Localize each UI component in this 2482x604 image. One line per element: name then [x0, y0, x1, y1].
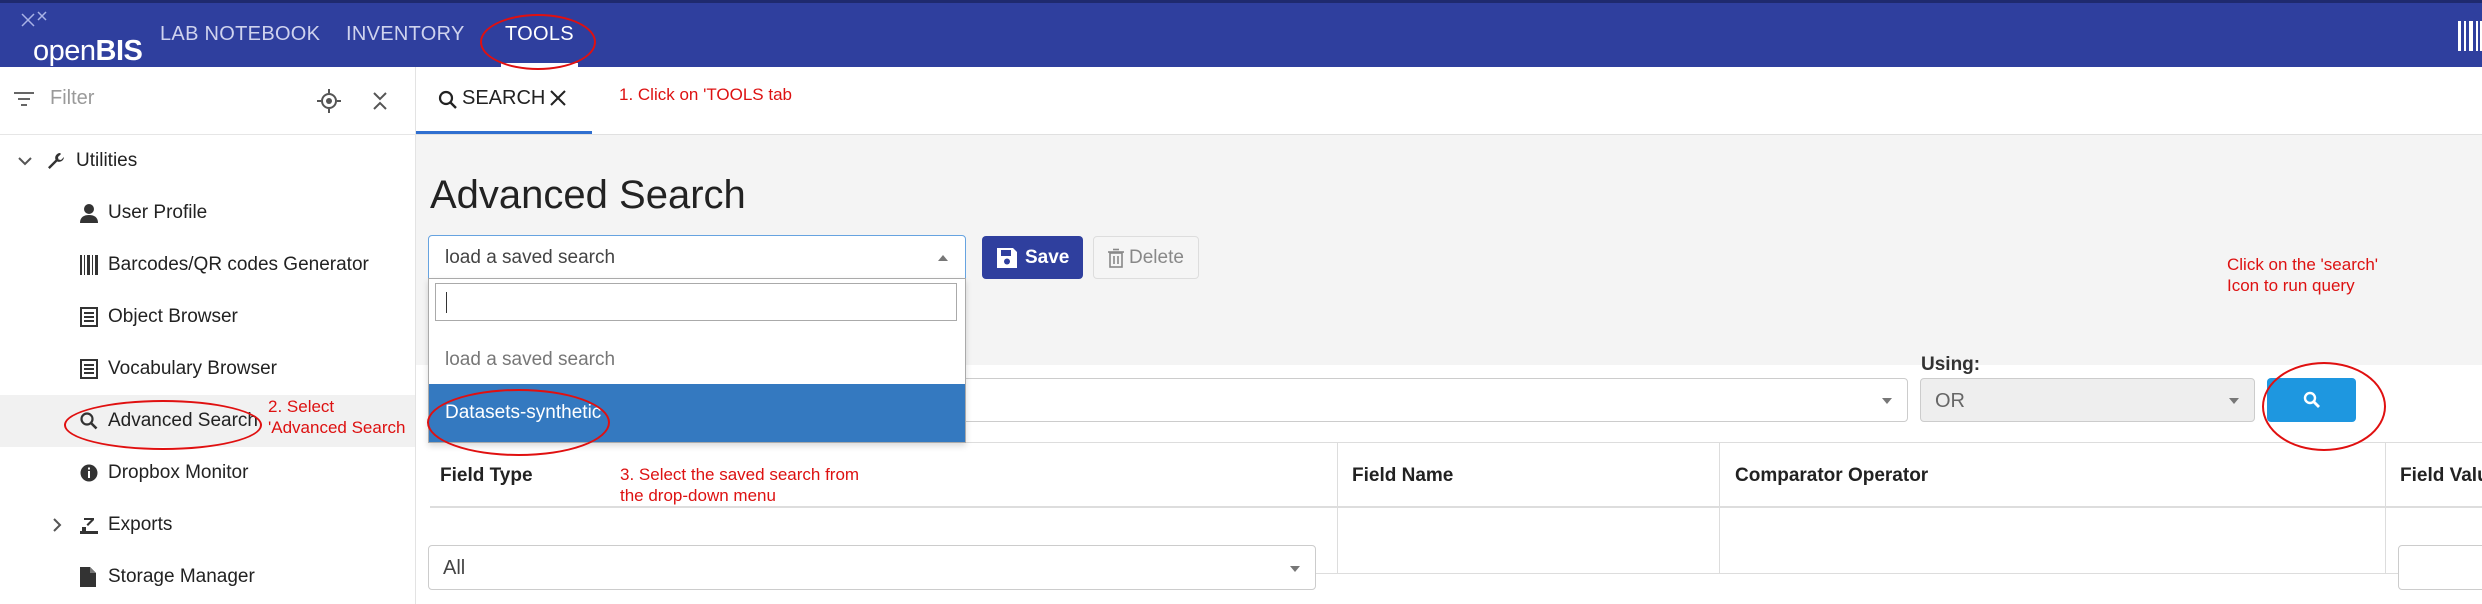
barcode-icon[interactable]	[2456, 21, 2482, 51]
search-icon	[438, 90, 457, 109]
sidebar-item-exports[interactable]: Exports	[0, 499, 415, 551]
sidebar-item-label: User Profile	[108, 202, 208, 223]
using-select-value: OR	[1935, 390, 1965, 412]
column-header-field-type: Field Type	[440, 465, 533, 486]
dropdown-option-datasets-synthetic[interactable]: Datasets-synthetic	[429, 384, 965, 442]
user-icon	[80, 204, 98, 223]
search-icon	[80, 412, 98, 430]
saved-search-select[interactable]: load a saved search	[428, 235, 966, 279]
using-select[interactable]: OR	[1920, 378, 2255, 422]
annotation-step2-line1: 2. Select	[268, 397, 335, 416]
sidebar-item-dropbox-monitor[interactable]: Dropbox Monitor	[0, 447, 415, 499]
sidebar-item-user-profile[interactable]: User Profile	[0, 187, 415, 239]
caret-down-icon	[1882, 398, 1892, 404]
sidebar-item-label: Vocabulary Browser	[108, 358, 277, 379]
wrench-icon	[48, 153, 64, 169]
sidebar-item-label: Object Browser	[108, 306, 238, 327]
logo-text: openBIS	[33, 35, 143, 67]
tab-lab-notebook[interactable]: LAB NOTEBOOK	[160, 3, 320, 67]
tab-tools[interactable]: TOOLS	[501, 3, 578, 67]
annotation-step2-line2: 'Advanced Search	[268, 418, 406, 437]
sidebar-item-label: Storage Manager	[108, 566, 255, 587]
text-cursor	[446, 292, 447, 313]
column-divider	[1337, 443, 1338, 507]
column-divider	[1337, 508, 1338, 574]
save-button-label: Save	[1025, 247, 1070, 268]
list-icon	[80, 307, 98, 327]
search-icon	[2303, 391, 2320, 408]
annotation-step2: 2. Select 'Advanced Search	[268, 396, 405, 438]
chevron-down-icon[interactable]	[16, 152, 34, 170]
list-icon	[80, 359, 98, 379]
column-divider	[2385, 508, 2386, 574]
sidebar-item-utilities[interactable]: Utilities	[0, 135, 415, 187]
annotation-step3-line2: the drop-down menu	[620, 486, 776, 505]
dropdown-option[interactable]: load a saved search	[429, 331, 965, 389]
info-icon	[80, 464, 98, 482]
field-type-select[interactable]: All	[428, 545, 1316, 590]
filter-lines-icon	[14, 92, 34, 106]
caret-up-icon	[938, 255, 948, 261]
sidebar-item-barcodes[interactable]: Barcodes/QR codes Generator	[0, 239, 415, 291]
sidebar-item-storage-manager[interactable]: Storage Manager	[0, 551, 415, 603]
annotation-step1: 1. Click on 'TOOLS tab	[619, 85, 793, 104]
annotation-step4: Click on the 'search' Icon to run query	[2227, 254, 2378, 296]
column-divider	[2385, 443, 2386, 507]
sidebar-item-label: Advanced Search	[108, 410, 258, 431]
main-panel: SEARCH 1. Click on 'TOOLS tab Advanced S…	[416, 67, 2482, 604]
field-value-input[interactable]	[2398, 545, 2482, 590]
column-divider	[1719, 508, 1720, 574]
column-divider	[1719, 443, 1720, 507]
annotation-step3-line1: 3. Select the saved search from	[620, 465, 860, 484]
saved-search-value: load a saved search	[445, 247, 616, 268]
sidebar-item-label: Utilities	[76, 150, 138, 171]
column-header-field-value: Field Valu	[2400, 465, 2482, 486]
collapse-all-icon[interactable]	[370, 89, 390, 113]
top-navigation-bar: openBIS LAB NOTEBOOK INVENTORY TOOLS	[0, 0, 2482, 67]
tab-search-label: SEARCH	[462, 87, 546, 109]
sidebar-filter-input[interactable]: Filter	[50, 87, 94, 110]
tab-inventory[interactable]: INVENTORY	[346, 3, 465, 67]
save-button[interactable]: Save	[982, 236, 1083, 279]
field-type-value: All	[443, 557, 466, 579]
sidebar: Filter Utilities User Profile Barcodes/Q…	[0, 67, 416, 604]
annotation-step4-line2: Icon to run query	[2227, 276, 2355, 295]
locate-icon[interactable]	[317, 89, 341, 113]
floppy-disk-icon	[997, 248, 1017, 268]
delete-button[interactable]: Delete	[1093, 236, 1199, 279]
sidebar-item-vocabulary-browser[interactable]: Vocabulary Browser	[0, 343, 415, 395]
sidebar-filter-row: Filter	[0, 67, 415, 135]
saved-search-dropdown: load a saved search Datasets-synthetic	[428, 278, 966, 443]
barcode-icon	[80, 255, 98, 275]
sidebar-item-label: Dropbox Monitor	[108, 462, 249, 483]
caret-down-icon	[2229, 398, 2239, 404]
export-icon	[80, 518, 98, 534]
chevron-right-icon[interactable]	[48, 516, 66, 534]
tab-search[interactable]: SEARCH	[416, 67, 592, 134]
close-icon[interactable]	[548, 88, 568, 108]
tabs-row: SEARCH 1. Click on 'TOOLS tab	[416, 67, 2482, 135]
openbis-logo[interactable]: openBIS	[16, 9, 143, 67]
caret-down-icon	[1290, 566, 1300, 572]
run-search-button[interactable]	[2267, 378, 2356, 422]
column-header-comparator: Comparator Operator	[1735, 465, 1929, 486]
using-label: Using:	[1921, 354, 1981, 375]
sidebar-item-label: Exports	[108, 514, 173, 535]
dropdown-search-input[interactable]	[435, 283, 957, 321]
file-icon	[80, 567, 96, 587]
delete-button-label: Delete	[1129, 247, 1184, 268]
column-header-field-name: Field Name	[1352, 465, 1454, 486]
trash-icon	[1108, 248, 1124, 268]
annotation-step3: 3. Select the saved search from the drop…	[620, 464, 859, 506]
sidebar-item-label: Barcodes/QR codes Generator	[108, 254, 369, 275]
page-title: Advanced Search	[430, 173, 746, 217]
annotation-step4-line1: Click on the 'search'	[2227, 255, 2379, 274]
sidebar-item-object-browser[interactable]: Object Browser	[0, 291, 415, 343]
